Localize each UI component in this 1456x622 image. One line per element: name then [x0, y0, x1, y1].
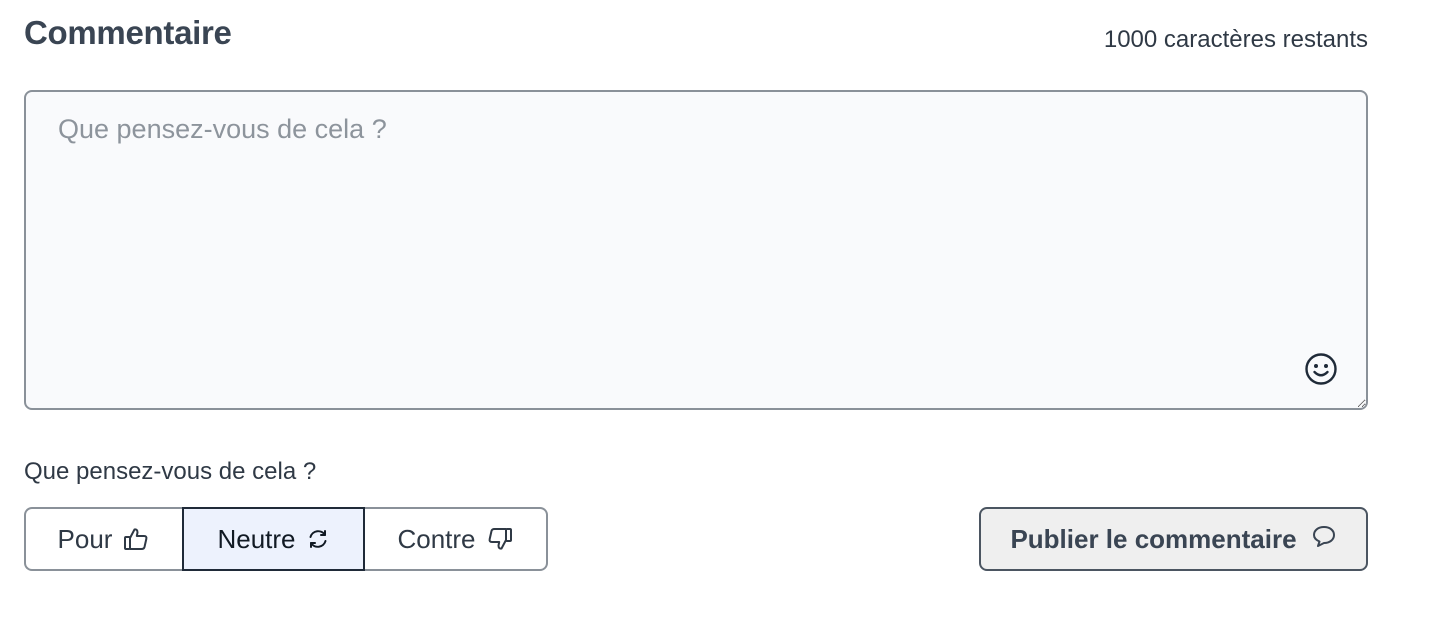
smiley-icon[interactable] [1304, 352, 1338, 386]
publish-comment-button[interactable]: Publier le commentaire [979, 507, 1368, 571]
comment-box [24, 90, 1368, 410]
opinion-contre-label: Contre [397, 523, 476, 554]
comment-title: Commentaire [24, 14, 232, 51]
thumbs-down-icon [486, 525, 514, 553]
remaining-characters-counter: 1000 caractères restants [1103, 26, 1368, 53]
opinion-question: Que pensez-vous de cela ? [24, 458, 317, 485]
opinion-neutre-button[interactable]: Neutre [182, 507, 365, 571]
opinion-pour-label: Pour [57, 523, 113, 554]
opinion-selector: Pour Neutre Contre [24, 507, 548, 571]
publish-comment-label: Publier le commentaire [1010, 523, 1297, 554]
circle-arrows-icon [306, 527, 330, 551]
opinion-contre-button[interactable]: Contre [365, 507, 548, 571]
comment-textarea[interactable] [24, 90, 1368, 410]
opinion-neutre-label: Neutre [217, 523, 296, 554]
thumbs-up-icon [122, 525, 150, 553]
speech-bubble-icon [1311, 523, 1337, 556]
opinion-pour-button[interactable]: Pour [24, 507, 182, 571]
